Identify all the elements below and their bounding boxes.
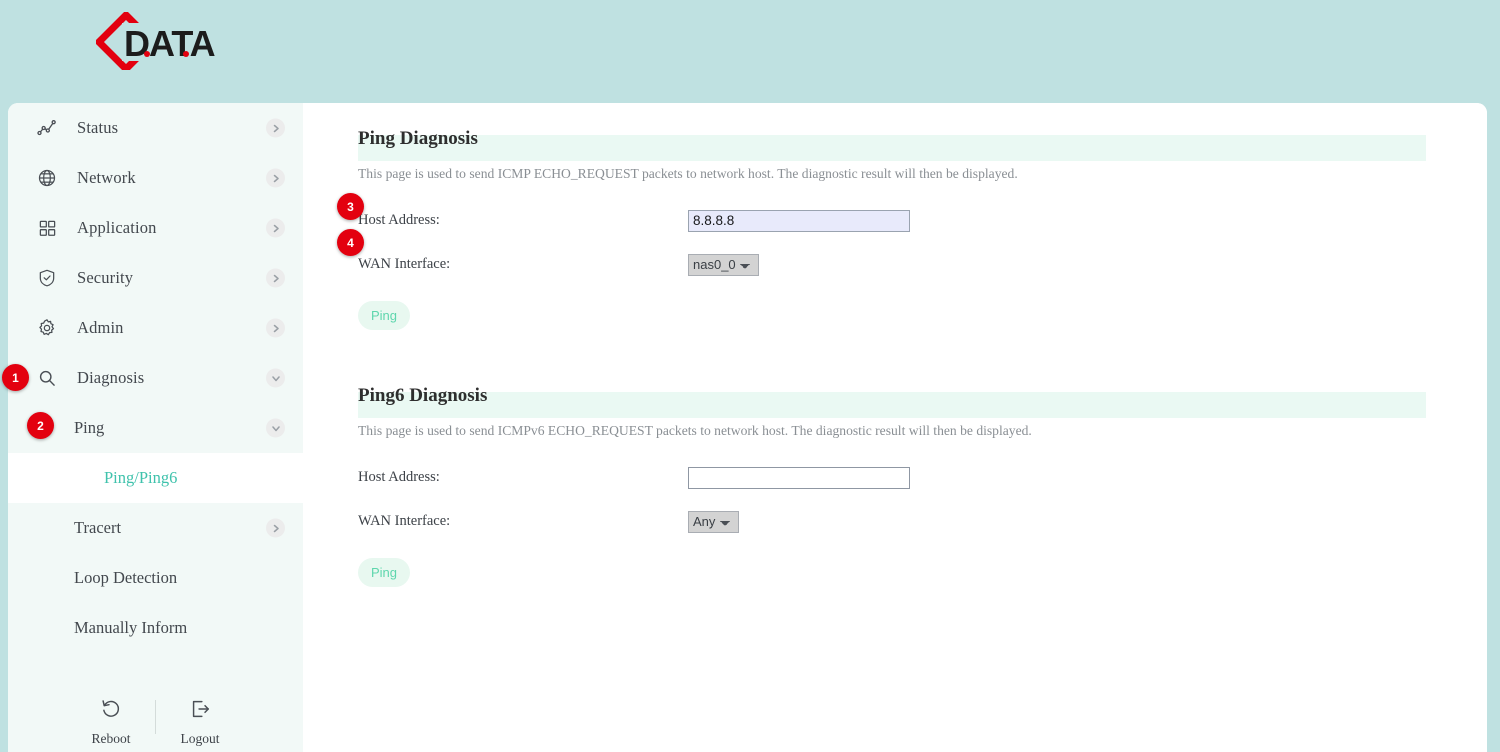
ping6-submit-button[interactable]: Ping: [358, 558, 410, 587]
line-chart-icon: [36, 117, 58, 139]
sidebar-item-admin[interactable]: Admin: [8, 303, 303, 353]
ping-diagnosis-section: Ping Diagnosis This page is used to send…: [303, 135, 1487, 330]
ping6-host-address-row: Host Address:: [358, 461, 1487, 494]
ping6-wan-interface-row: WAN Interface: Any: [358, 505, 1487, 538]
sidebar-subitem-label: Loop Detection: [74, 568, 177, 588]
grid-icon: [36, 217, 58, 239]
ping-host-address-row: Host Address:: [358, 204, 1487, 237]
sidebar-item-loop-detection[interactable]: Loop Detection: [8, 553, 303, 603]
ping-section-description: This page is used to send ICMP ECHO_REQU…: [358, 166, 1487, 182]
cdata-logo-svg: DATA: [96, 12, 226, 70]
chevron-right-icon[interactable]: [266, 219, 285, 238]
sidebar-item-label: Security: [77, 268, 133, 288]
chevron-right-icon[interactable]: [266, 519, 285, 538]
step-badge-4: 4: [337, 229, 364, 256]
ping6-section-title: Ping6 Diagnosis: [358, 385, 487, 407]
logout-label: Logout: [181, 731, 220, 747]
ping-submit-button[interactable]: Ping: [358, 301, 410, 330]
ping-host-address-input[interactable]: [688, 210, 910, 232]
sidebar-item-ping-ping6[interactable]: Ping/Ping6: [8, 453, 303, 503]
main-content: Ping Diagnosis This page is used to send…: [303, 103, 1487, 752]
ping6-section-title-bar: Ping6 Diagnosis: [358, 392, 1426, 418]
reboot-button[interactable]: Reboot: [79, 698, 143, 747]
sidebar-item-diagnosis[interactable]: Diagnosis: [8, 353, 303, 403]
sidebar-subitem-label: Ping: [74, 418, 104, 438]
top-brand-bar: DATA: [0, 0, 1500, 80]
gear-icon: [36, 317, 58, 339]
reboot-label: Reboot: [92, 731, 131, 747]
chevron-right-icon[interactable]: [266, 269, 285, 288]
ping6-section-description: This page is used to send ICMPv6 ECHO_RE…: [358, 423, 1487, 439]
globe-icon: [36, 167, 58, 189]
svg-text:DATA: DATA: [124, 23, 216, 64]
ping-section-title-bar: Ping Diagnosis: [358, 135, 1426, 161]
sidebar-subitem-label: Ping/Ping6: [104, 468, 177, 488]
cdata-logo[interactable]: DATA: [96, 12, 226, 70]
logout-icon: [189, 698, 211, 725]
sidebar-footer: Reboot Logout: [8, 698, 303, 747]
sidebar-item-security[interactable]: Security: [8, 253, 303, 303]
sidebar-subitem-label: Tracert: [74, 518, 121, 538]
chevron-down-icon[interactable]: [266, 369, 285, 388]
footer-divider: [155, 700, 156, 734]
chevron-right-icon[interactable]: [266, 119, 285, 138]
ping6-host-address-input[interactable]: [688, 467, 910, 489]
reboot-icon: [100, 698, 122, 725]
step-badge-3: 3: [337, 193, 364, 220]
sidebar-item-label: Network: [77, 168, 136, 188]
chevron-down-icon[interactable]: [266, 419, 285, 438]
ping-host-address-label: Host Address:: [358, 212, 688, 229]
ping-wan-interface-row: WAN Interface: nas0_0: [358, 248, 1487, 281]
sidebar-item-label: Diagnosis: [77, 368, 144, 388]
sidebar-item-network[interactable]: Network: [8, 153, 303, 203]
step-badge-2: 2: [27, 412, 54, 439]
app-panel: Status Network: [8, 103, 1487, 752]
sidebar-item-label: Admin: [77, 318, 124, 338]
sidebar-item-label: Status: [77, 118, 118, 138]
chevron-right-icon[interactable]: [266, 169, 285, 188]
sidebar-item-label: Application: [77, 218, 157, 238]
chevron-right-icon[interactable]: [266, 319, 285, 338]
logout-button[interactable]: Logout: [168, 698, 232, 747]
shield-check-icon: [36, 267, 58, 289]
sidebar-subitem-label: Manually Inform: [74, 618, 187, 638]
sidebar-item-manually-inform[interactable]: Manually Inform: [8, 603, 303, 653]
ping-wan-interface-label: WAN Interface:: [358, 256, 688, 273]
ping6-diagnosis-section: Ping6 Diagnosis This page is used to sen…: [303, 392, 1487, 587]
ping-section-title: Ping Diagnosis: [358, 128, 478, 150]
ping6-host-address-label: Host Address:: [358, 469, 688, 486]
sidebar-item-application[interactable]: Application: [8, 203, 303, 253]
step-badge-1: 1: [2, 364, 29, 391]
sidebar-item-tracert[interactable]: Tracert: [8, 503, 303, 553]
magnifier-icon: [36, 367, 58, 389]
ping-wan-interface-select[interactable]: nas0_0: [688, 254, 759, 276]
ping6-wan-interface-select[interactable]: Any: [688, 511, 739, 533]
ping6-wan-interface-label: WAN Interface:: [358, 513, 688, 530]
sidebar-item-status[interactable]: Status: [8, 103, 303, 153]
